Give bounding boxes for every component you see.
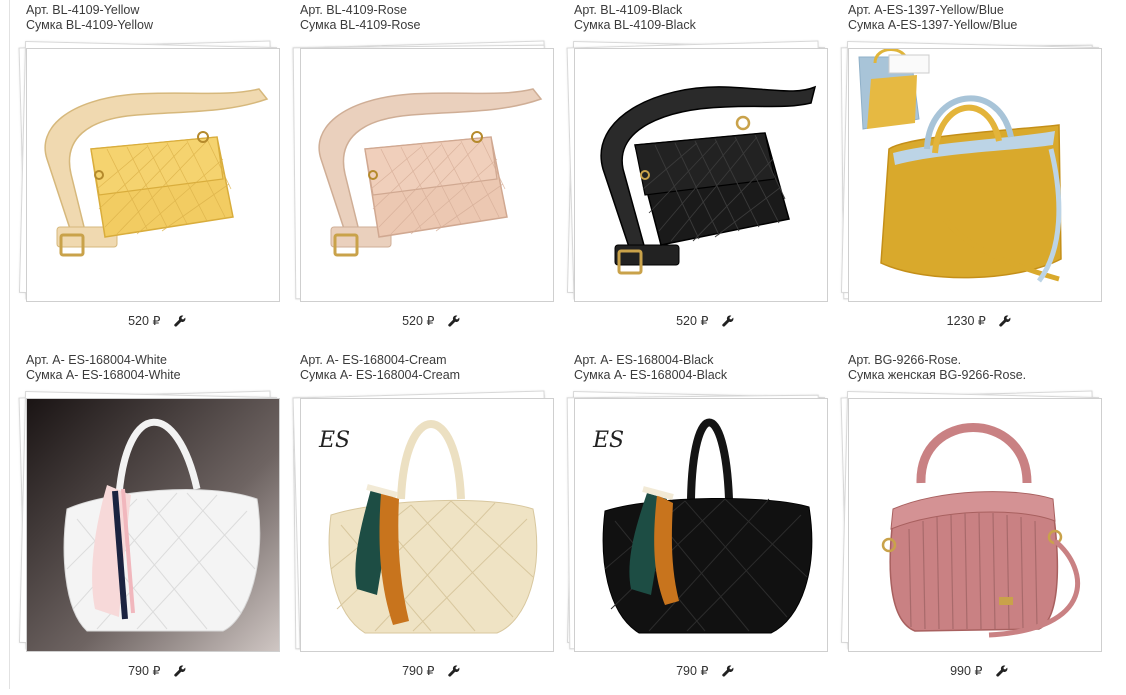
product-title: Арт. A-ES-1397-Yellow/Blue Сумка A-ES-13… [848, 3, 1110, 33]
wrench-icon[interactable] [448, 665, 460, 677]
product-photo[interactable] [848, 48, 1102, 302]
product-price: 790 ₽ [676, 664, 709, 679]
product-card: Арт. A- ES-168004-Black Сумка A- ES-1680… [566, 350, 836, 695]
photo-stack [838, 38, 1110, 304]
product-title: Арт. A- ES-168004-Cream Сумка A- ES-1680… [300, 353, 562, 383]
product-price: 790 ₽ [402, 664, 435, 679]
product-title: Арт. A- ES-168004-Black Сумка A- ES-1680… [574, 353, 836, 383]
product-article: Арт. A-ES-1397-Yellow/Blue [848, 3, 1004, 17]
product-article: Арт. A- ES-168004-Black [574, 353, 714, 367]
product-name: Сумка A- ES-168004-Black [574, 368, 728, 382]
photo-stack: ES [290, 388, 562, 654]
product-photo[interactable] [300, 48, 554, 302]
product-photo[interactable]: ES [574, 398, 828, 652]
product-article: Арт. BG-9266-Rose. [848, 353, 962, 367]
product-name: Сумка A- ES-168004-Cream [300, 368, 461, 382]
product-photo[interactable] [26, 398, 280, 652]
product-card: Арт. BL-4109-Rose Сумка BL-4109-Rose 520… [292, 0, 562, 345]
product-title: Арт. BL-4109-Yellow Сумка BL-4109-Yellow [26, 3, 288, 33]
product-card: Арт. BL-4109-Yellow Сумка BL-4109-Yellow [18, 0, 288, 345]
product-price: 520 ₽ [676, 314, 709, 329]
product-price: 520 ₽ [128, 314, 161, 329]
yellow-blue-tote-bag-icon [858, 49, 1062, 283]
wrench-icon[interactable] [174, 315, 186, 327]
product-photo[interactable] [574, 48, 828, 302]
rose-belt-bag-icon [318, 88, 543, 257]
photo-stack [838, 388, 1110, 654]
price-row: 1230 ₽ [848, 313, 1110, 329]
price-row: 790 ₽ [300, 663, 562, 679]
product-name: Сумка BL-4109-Yellow [26, 18, 153, 32]
product-card: Арт. A- ES-168004-Cream Сумка A- ES-1680… [292, 350, 562, 695]
product-title: Арт. BL-4109-Black Сумка BL-4109-Black [574, 3, 836, 33]
product-name: Сумка женская BG-9266-Rose. [848, 368, 1027, 382]
price-row: 520 ₽ [574, 313, 836, 329]
product-price: 1230 ₽ [946, 314, 986, 329]
product-title: Арт. BL-4109-Rose Сумка BL-4109-Rose [300, 3, 562, 33]
product-card: Арт. BG-9266-Rose. Сумка женская BG-9266… [840, 350, 1110, 695]
product-name: Сумка A-ES-1397-Yellow/Blue [848, 18, 1018, 32]
photo-stack [290, 38, 562, 304]
photo-stack [16, 388, 288, 654]
wrench-icon[interactable] [174, 665, 186, 677]
rose-pleated-handbag-icon [881, 423, 1081, 638]
product-title: Арт. BG-9266-Rose. Сумка женская BG-9266… [848, 353, 1110, 383]
product-card: Арт. A-ES-1397-Yellow/Blue Сумка A-ES-13… [840, 0, 1110, 345]
price-row: 990 ₽ [848, 663, 1110, 679]
product-article: Арт. A- ES-168004-Cream [300, 353, 447, 367]
cream-woven-hobo-bag-icon: ES [318, 420, 538, 634]
product-price: 520 ₽ [402, 314, 435, 329]
product-photo[interactable] [848, 398, 1102, 652]
product-photo[interactable] [26, 48, 280, 302]
product-article: Арт. BL-4109-Rose [300, 3, 407, 17]
photo-stack [564, 38, 836, 304]
product-price: 990 ₽ [950, 664, 983, 679]
price-row: 520 ₽ [300, 313, 562, 329]
white-woven-hobo-bag-icon [27, 399, 279, 651]
wrench-icon[interactable] [996, 665, 1008, 677]
product-card: Арт. A- ES-168004-White Сумка A- ES-1680… [18, 350, 288, 695]
wrench-icon[interactable] [722, 665, 734, 677]
photo-stack [16, 38, 288, 304]
product-card: Арт. BL-4109-Black Сумка BL-4109-Black 5… [566, 0, 836, 345]
wrench-icon[interactable] [722, 315, 734, 327]
product-article: Арт. BL-4109-Yellow [26, 3, 140, 17]
product-photo[interactable]: ES [300, 398, 554, 652]
product-article: Арт. A- ES-168004-White [26, 353, 167, 367]
black-woven-hobo-bag-icon: ES [592, 418, 813, 634]
wrench-icon[interactable] [448, 315, 460, 327]
yellow-belt-bag-icon [44, 88, 269, 257]
photo-stack: ES [564, 388, 836, 654]
product-name: Сумка BL-4109-Black [574, 18, 696, 32]
svg-text:ES: ES [318, 428, 350, 453]
product-price: 790 ₽ [128, 664, 161, 679]
product-title: Арт. A- ES-168004-White Сумка A- ES-1680… [26, 353, 288, 383]
product-name: Сумка BL-4109-Rose [300, 18, 421, 32]
product-article: Арт. BL-4109-Black [574, 3, 683, 17]
price-row: 790 ₽ [26, 663, 288, 679]
price-row: 790 ₽ [574, 663, 836, 679]
wrench-icon[interactable] [999, 315, 1011, 327]
page-left-border [9, 0, 10, 689]
black-belt-bag-icon [600, 85, 817, 275]
price-row: 520 ₽ [26, 313, 288, 329]
svg-text:ES: ES [592, 428, 624, 453]
product-name: Сумка A- ES-168004-White [26, 368, 181, 382]
